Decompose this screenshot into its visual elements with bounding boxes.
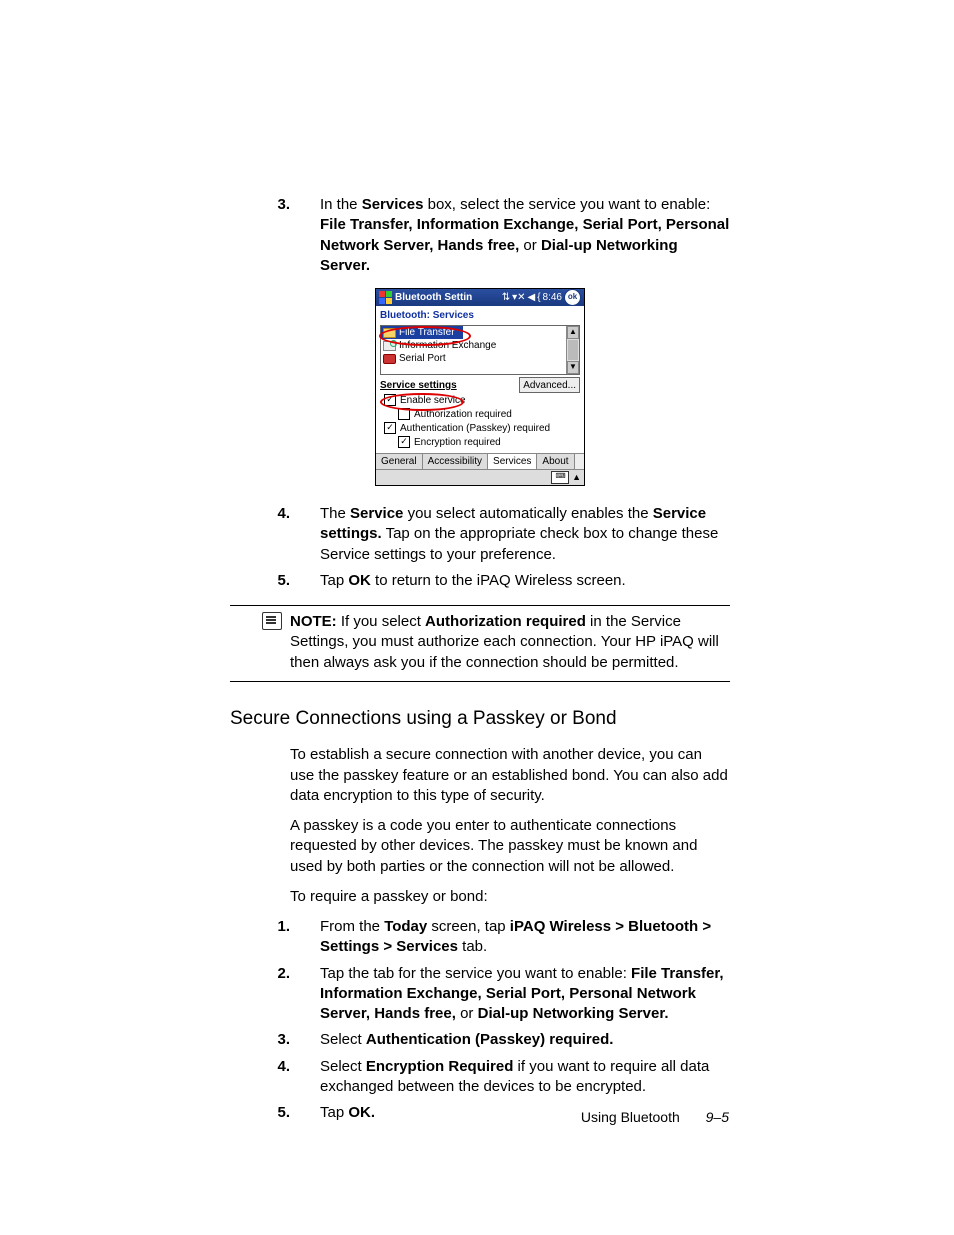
scroll-thumb[interactable] bbox=[568, 340, 578, 360]
connectivity-icon[interactable]: ⇅ bbox=[502, 292, 510, 303]
checkbox-icon[interactable]: ✓ bbox=[384, 422, 396, 434]
ok-button[interactable]: ok bbox=[564, 289, 581, 306]
note-icon bbox=[262, 612, 282, 630]
service-settings-label: Service settings bbox=[380, 380, 457, 391]
step-number: 5. bbox=[230, 571, 308, 591]
step-text: Select Encryption Required if you want t… bbox=[308, 1057, 730, 1098]
window-title: Bluetooth Settin bbox=[395, 292, 472, 303]
step-text: The Service you select automatically ena… bbox=[308, 504, 730, 565]
signal-icon[interactable]: ▾✕ bbox=[512, 292, 525, 303]
checkbox-authentication[interactable]: ✓ Authentication (Passkey) required bbox=[376, 421, 584, 435]
substep-3: 3. Select Authentication (Passkey) requi… bbox=[230, 1030, 730, 1050]
step-number: 2. bbox=[230, 964, 308, 1025]
advanced-button[interactable]: Advanced... bbox=[519, 377, 580, 393]
step-text: From the Today screen, tap iPAQ Wireless… bbox=[308, 917, 730, 958]
clock-sep: { bbox=[537, 292, 540, 303]
list-item-file-transfer[interactable]: File Transfer bbox=[381, 326, 463, 339]
card-icon bbox=[383, 341, 396, 351]
substep-4: 4. Select Encryption Required if you wan… bbox=[230, 1057, 730, 1098]
screen-subtitle: Bluetooth: Services bbox=[376, 306, 584, 323]
step-text: Select Authentication (Passkey) required… bbox=[308, 1030, 730, 1050]
step-number: 3. bbox=[230, 1030, 308, 1050]
scroll-down[interactable]: ▼ bbox=[567, 361, 579, 374]
page-number: 9–5 bbox=[706, 1109, 729, 1125]
checkbox-icon[interactable]: ✓ bbox=[384, 394, 396, 406]
note-label: NOTE: bbox=[290, 613, 337, 630]
step-number: 3. bbox=[230, 195, 308, 276]
scroll-up[interactable]: ▲ bbox=[567, 326, 579, 339]
step-text: In the Services box, select the service … bbox=[308, 195, 730, 276]
list-item-serial-port[interactable]: Serial Port bbox=[381, 352, 579, 365]
step-text: Tap the tab for the service you want to … bbox=[308, 964, 730, 1025]
keyboard-icon[interactable]: ⌨ bbox=[551, 471, 569, 484]
folder-icon bbox=[383, 328, 396, 338]
scrollbar[interactable]: ▲ ▼ bbox=[566, 326, 579, 374]
footer-label: Using Bluetooth bbox=[581, 1109, 680, 1125]
section-heading: Secure Connections using a Passkey or Bo… bbox=[230, 706, 730, 732]
start-icon[interactable] bbox=[379, 291, 392, 304]
checkbox-icon[interactable]: ✓ bbox=[398, 436, 410, 448]
port-icon bbox=[383, 354, 396, 364]
list-item-info-exchange[interactable]: Information Exchange bbox=[381, 339, 579, 352]
paragraph: A passkey is a code you enter to authent… bbox=[290, 816, 730, 877]
checkbox-encryption[interactable]: ✓ Encryption required bbox=[376, 435, 584, 449]
tab-services[interactable]: Services bbox=[488, 454, 537, 469]
step-5: 5. Tap OK to return to the iPAQ Wireless… bbox=[230, 571, 730, 591]
checkbox-authorization[interactable]: Authorization required bbox=[376, 407, 584, 421]
volume-icon[interactable]: ◀ bbox=[527, 292, 535, 303]
paragraph: To establish a secure connection with an… bbox=[290, 745, 730, 806]
services-listbox[interactable]: File Transfer Information Exchange Seria… bbox=[380, 325, 580, 375]
note-block: NOTE: If you select Authorization requir… bbox=[230, 605, 730, 682]
step-number: 1. bbox=[230, 917, 308, 958]
clock-time[interactable]: 8:46 bbox=[543, 292, 562, 303]
tab-accessibility[interactable]: Accessibility bbox=[423, 454, 488, 469]
checkbox-enable-service[interactable]: ✓ Enable service bbox=[376, 393, 584, 407]
step-3: 3. In the Services box, select the servi… bbox=[230, 195, 730, 276]
bluetooth-settings-screenshot: Bluetooth Settin ⇅ ▾✕ ◀ { 8:46 ok Blueto… bbox=[375, 288, 585, 486]
sip-bar: ⌨ ▲ bbox=[376, 469, 584, 485]
step-text: Tap OK to return to the iPAQ Wireless sc… bbox=[308, 571, 730, 591]
sip-up-icon[interactable]: ▲ bbox=[572, 473, 581, 483]
step-4: 4. The Service you select automatically … bbox=[230, 504, 730, 565]
pda-titlebar: Bluetooth Settin ⇅ ▾✕ ◀ { 8:46 ok bbox=[376, 289, 584, 306]
paragraph: To require a passkey or bond: bbox=[290, 887, 730, 907]
tab-about[interactable]: About bbox=[537, 454, 574, 469]
step-number: 4. bbox=[230, 1057, 308, 1098]
page-footer: Using Bluetooth 9–5 bbox=[581, 1108, 729, 1127]
step-number: 5. bbox=[230, 1103, 308, 1123]
step-number: 4. bbox=[230, 504, 308, 565]
checkbox-icon[interactable] bbox=[398, 408, 410, 420]
substep-1: 1. From the Today screen, tap iPAQ Wirel… bbox=[230, 917, 730, 958]
tab-bar: General Accessibility Services About bbox=[376, 453, 584, 469]
substep-2: 2. Tap the tab for the service you want … bbox=[230, 964, 730, 1025]
tab-general[interactable]: General bbox=[376, 454, 423, 469]
